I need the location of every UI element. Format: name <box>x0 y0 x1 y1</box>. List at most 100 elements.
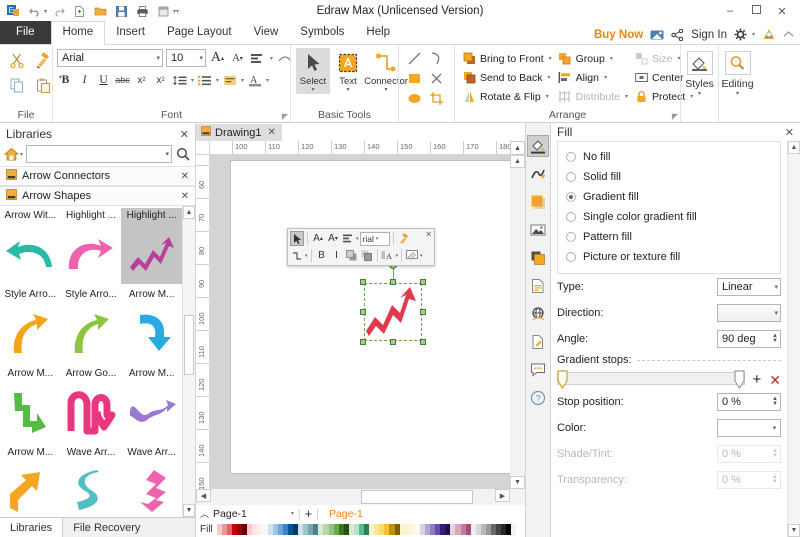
copy-icon[interactable] <box>6 74 28 96</box>
page-selector-dropdown-icon[interactable]: ▾ <box>291 510 294 517</box>
subscript-button[interactable]: x2 <box>133 71 150 89</box>
settings-dropdown-icon[interactable]: ▾ <box>752 31 755 38</box>
comment-panel-icon[interactable] <box>527 359 549 381</box>
resize-handle-e[interactable] <box>420 309 426 315</box>
open-icon[interactable] <box>91 2 110 20</box>
styles-icon[interactable] <box>687 51 713 75</box>
shrink-font-button[interactable]: A▾ <box>229 49 246 67</box>
bring-to-front-button[interactable]: Bring to Front▾ <box>459 49 555 68</box>
font-color-dropdown-icon[interactable]: ▾ <box>266 77 269 84</box>
rectangle-tool-icon[interactable] <box>403 68 425 88</box>
bold-button[interactable]: B <box>57 71 74 89</box>
arrange-dialog-launcher[interactable]: ◤ <box>672 112 678 121</box>
floating-mini-toolbar[interactable]: ✕ A▴ A▾ ▾ rial▾ ▾ B <box>287 228 435 266</box>
bullet-list-dropdown-icon[interactable]: ▾ <box>216 77 219 84</box>
paste-icon[interactable] <box>32 74 54 96</box>
collapse-ribbon-icon[interactable] <box>783 30 794 39</box>
resize-handle-ne[interactable] <box>420 279 426 285</box>
mini-bring-to-front-icon[interactable] <box>345 248 359 263</box>
shape-item[interactable]: Wave Arr... <box>61 445 122 517</box>
font-dialog-launcher[interactable]: ◤ <box>282 112 288 121</box>
help-icon[interactable] <box>762 28 776 41</box>
text-highlight-dropdown-icon[interactable]: ▾ <box>241 77 244 84</box>
resize-handle-nw[interactable] <box>360 279 366 285</box>
stop-position-stepper[interactable]: ▲▼ <box>770 397 778 407</box>
canvas-scroll-down-icon[interactable]: ▼ <box>510 476 525 489</box>
editing-dropdown-icon[interactable]: ▾ <box>736 90 739 97</box>
mini-connector-tool-icon[interactable] <box>290 248 304 263</box>
cloud-icon[interactable] <box>650 29 664 41</box>
horizontal-ruler[interactable]: 100 110 120 130 140 150 160 170 180 190 <box>210 141 510 155</box>
font-size-combo[interactable]: 10▾ <box>166 49 206 67</box>
remove-gradient-stop-button[interactable]: ✕ <box>769 373 781 387</box>
search-input[interactable]: ▾ <box>26 145 172 163</box>
color-swatch-strip[interactable] <box>217 524 521 535</box>
canvas-scroll-up-icon[interactable]: ▲ <box>510 155 525 168</box>
radio-pattern-fill[interactable]: Pattern fill <box>566 227 772 247</box>
gear-icon[interactable] <box>734 28 747 41</box>
chevron-up-icon[interactable]: ︿ <box>200 507 209 520</box>
library-section-arrow-shapes[interactable]: Arrow Shapes ✕ <box>0 186 195 206</box>
shade-tint-input[interactable]: 0 % ▲▼ <box>717 445 781 463</box>
shape-item[interactable]: Arrow M... <box>121 366 182 445</box>
mini-italic-icon[interactable]: I <box>330 248 344 263</box>
layer-panel-icon[interactable] <box>527 247 549 269</box>
home-icon[interactable] <box>4 147 19 161</box>
hyperlink-panel-icon[interactable] <box>527 303 549 325</box>
mini-select-tool-icon[interactable] <box>290 231 304 246</box>
cut-icon[interactable] <box>6 49 28 71</box>
sign-in-button[interactable]: Sign In <box>691 29 727 41</box>
undo-dropdown-icon[interactable]: ▾ <box>44 8 47 15</box>
line-spacing-icon[interactable] <box>171 71 188 89</box>
stop-position-input[interactable]: 0 % ▲▼ <box>717 393 781 411</box>
page-selector[interactable]: Page-1 ▾ <box>213 508 294 520</box>
tab-libraries[interactable]: Libraries <box>0 518 63 537</box>
font-color-icon[interactable]: A <box>246 71 263 89</box>
scroll-down-icon[interactable]: ▼ <box>183 504 195 517</box>
arc-tool-icon[interactable] <box>425 48 447 68</box>
mini-send-to-back-icon[interactable] <box>360 248 374 263</box>
library-section-close-icon[interactable]: ✕ <box>181 171 189 182</box>
text-tool-dropdown-icon[interactable]: ▾ <box>346 87 349 94</box>
canvas-vertical-scrollbar[interactable]: ▲ ▼ <box>510 155 525 489</box>
add-page-button[interactable]: + <box>305 509 313 519</box>
shape-item-selected[interactable]: Highlight ... <box>121 208 182 287</box>
radio-gradient-fill[interactable]: Gradient fill <box>566 187 772 207</box>
mini-format-painter-icon[interactable] <box>397 231 411 246</box>
underline-button[interactable]: U <box>95 71 112 89</box>
app-logo-icon[interactable]: E <box>4 2 23 20</box>
menu-tab-help[interactable]: Help <box>355 22 401 44</box>
type-select[interactable]: Linear ▾ <box>717 278 781 296</box>
scrollbar-thumb[interactable] <box>184 315 194 375</box>
fill-scrollbar-track[interactable] <box>788 154 800 524</box>
fill-panel-scrollbar[interactable]: ▲ ▼ <box>787 141 800 537</box>
angle-input[interactable]: 90 deg ▲▼ <box>717 330 781 348</box>
mini-shrink-font-icon[interactable]: A▾ <box>326 231 340 246</box>
document-tab-close-icon[interactable]: ✕ <box>267 127 275 138</box>
transparency-stepper[interactable]: ▲▼ <box>770 475 778 485</box>
fill-scroll-down-icon[interactable]: ▼ <box>788 524 800 537</box>
new-document-icon[interactable] <box>70 2 89 20</box>
canvas-horizontal-scrollbar[interactable]: ◀ ▶ <box>196 489 525 505</box>
connector-tool-dropdown-icon[interactable]: ▾ <box>384 87 387 94</box>
ellipse-tool-icon[interactable] <box>403 88 425 108</box>
customize-qat-icon[interactable]: ▾ <box>176 8 179 15</box>
page-tag-label[interactable]: Page-1 <box>329 508 363 520</box>
pencil-tool-icon[interactable] <box>425 68 447 88</box>
shape-item[interactable]: Highlight ... <box>61 208 122 287</box>
rotate-flip-button[interactable]: Rotate & Flip▾ <box>459 87 555 106</box>
shape-item[interactable]: Style Arro... <box>61 287 122 366</box>
radio-picture-or-texture-fill[interactable]: Picture or texture fill <box>566 247 772 267</box>
share-icon[interactable] <box>671 29 684 41</box>
radio-solid-fill[interactable]: Solid fill <box>566 167 772 187</box>
text-align-dropdown-icon[interactable]: ▾ <box>270 55 273 62</box>
shape-item[interactable]: Style Arro... <box>0 287 61 366</box>
resize-handle-w[interactable] <box>360 309 366 315</box>
save-icon[interactable] <box>112 2 131 20</box>
menu-tab-symbols[interactable]: Symbols <box>289 22 355 44</box>
crop-tool-icon[interactable] <box>425 88 447 108</box>
ruler-collapse-button[interactable]: ▲ <box>510 141 525 155</box>
undo-icon[interactable] <box>25 2 44 20</box>
mini-font-color-icon[interactable]: A <box>381 248 395 263</box>
distribute-button[interactable]: Distribute▾ <box>555 87 631 106</box>
